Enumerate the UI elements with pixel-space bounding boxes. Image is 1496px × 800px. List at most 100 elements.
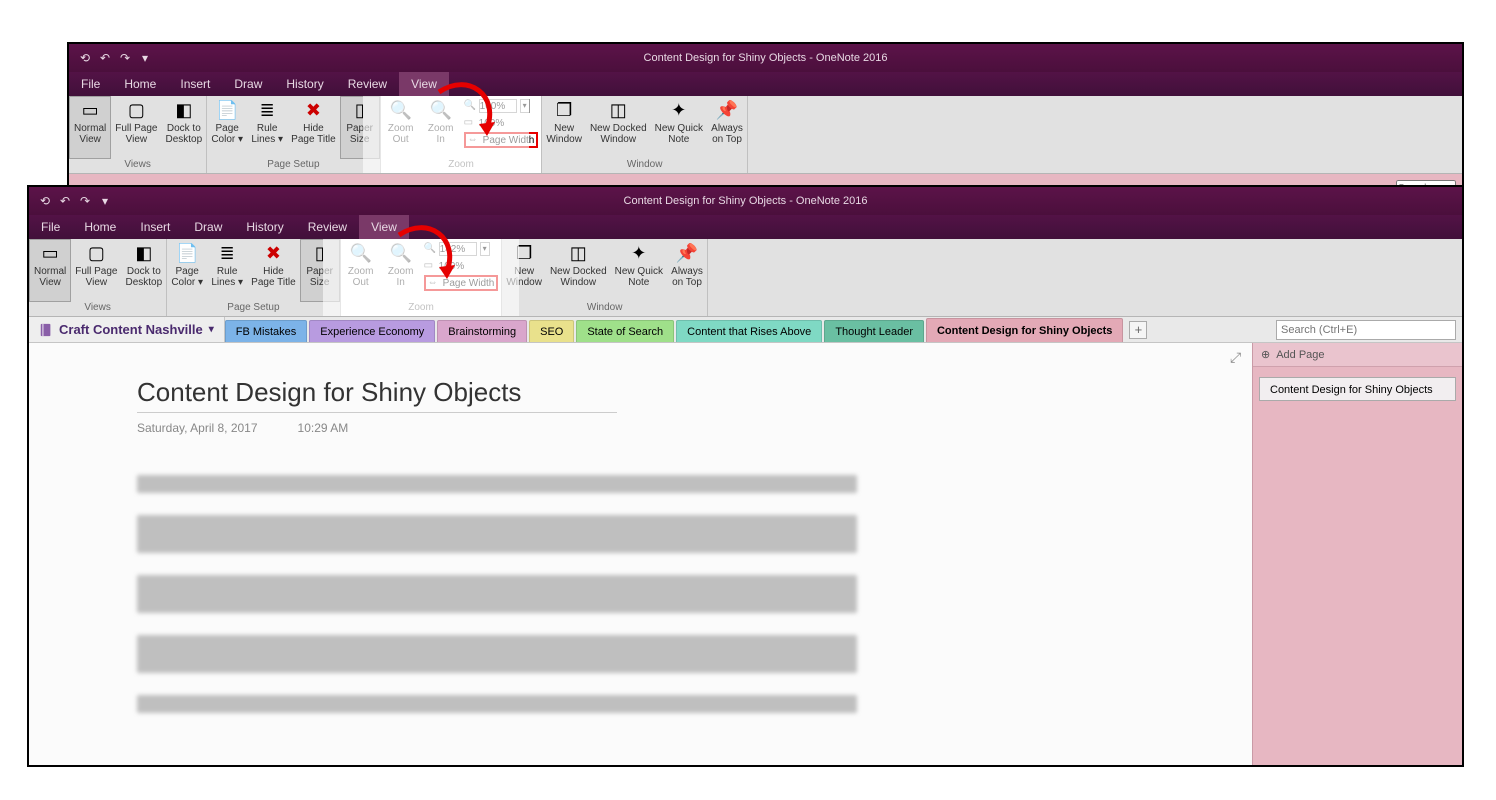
page-time: 10:29 AM [298, 421, 349, 435]
section-tab[interactable]: Brainstorming [437, 320, 527, 342]
page-width-icon: ⇔ [468, 134, 480, 146]
qat-dropdown-icon[interactable]: ▾ [97, 193, 113, 209]
hide-page-title-button[interactable]: ✖ Hide Page Title [247, 239, 299, 302]
search-input[interactable] [1276, 320, 1456, 340]
always-on-top-button[interactable]: 📌 Always on Top [707, 96, 747, 159]
group-zoom-caption: Zoom [341, 302, 502, 316]
zoom-value-input[interactable] [479, 99, 517, 113]
rule-lines-button[interactable]: ≣ Rule Lines ▾ [207, 239, 247, 302]
section-tab[interactable]: SEO [529, 320, 574, 342]
dock-icon: ◧ [172, 98, 196, 122]
add-page-button[interactable]: ⊕ Add Page [1253, 343, 1462, 367]
section-tab[interactable]: Thought Leader [824, 320, 924, 342]
paper-size-button[interactable]: ▯ Paper Size [340, 96, 380, 159]
expand-icon[interactable]: ⤢ [1230, 349, 1246, 365]
new-quick-note-icon: ✦ [667, 98, 691, 122]
section-tab[interactable]: Experience Economy [309, 320, 435, 342]
tab-history[interactable]: History [274, 72, 335, 96]
tab-view[interactable]: View [359, 215, 409, 239]
redo-icon[interactable]: ↷ [117, 50, 133, 66]
section-tab[interactable]: Content Design for Shiny Objects [926, 318, 1123, 342]
full-page-view-button[interactable]: ▢ Full Page View [111, 96, 161, 159]
zoom-out-button[interactable]: 🔍 Zoom Out [381, 96, 421, 159]
new-quick-note-button[interactable]: ✦ New Quick Note [611, 239, 667, 302]
group-page-setup-caption: Page Setup [207, 159, 379, 173]
always-on-top-button[interactable]: 📌 Always on Top [667, 239, 707, 302]
tab-review[interactable]: Review [336, 72, 399, 96]
page-color-button[interactable]: 📄 Page Color ▾ [167, 239, 207, 302]
rule-lines-button[interactable]: ≣ Rule Lines ▾ [247, 96, 287, 159]
group-page-setup: 📄 Page Color ▾ ≣ Rule Lines ▾ ✖ Hide Pag… [207, 96, 380, 173]
page-canvas[interactable]: ⤢ Content Design for Shiny Objects Satur… [29, 343, 1252, 765]
section-tab[interactable]: State of Search [576, 320, 674, 342]
new-docked-window-icon: ◫ [566, 241, 590, 265]
tab-file[interactable]: File [29, 215, 72, 239]
tab-insert[interactable]: Insert [168, 72, 222, 96]
undo-icon[interactable]: ↶ [57, 193, 73, 209]
back-icon[interactable]: ⟲ [77, 50, 93, 66]
redo-icon[interactable]: ↷ [77, 193, 93, 209]
content-area: ⤢ Content Design for Shiny Objects Satur… [29, 343, 1462, 765]
zoom-dropdown-icon[interactable]: ▾ [520, 99, 530, 113]
new-window-button[interactable]: ❐ New Window [502, 239, 546, 302]
zoom-100-row[interactable]: ▭ 100% [424, 258, 499, 274]
section-tab[interactable]: Content that Rises Above [676, 320, 822, 342]
section-tab[interactable]: FB Mistakes [225, 320, 308, 342]
dock-icon: ◧ [132, 241, 156, 265]
notebook-name: Craft Content Nashville [59, 322, 203, 337]
zoom-dropdown-icon[interactable]: ▾ [480, 242, 490, 256]
zoom-out-button[interactable]: 🔍 Zoom Out [341, 239, 381, 302]
hide-page-title-button[interactable]: ✖ Hide Page Title [287, 96, 339, 159]
zoom-options: 🔍 ▾ ▭ 100% ⇔ Page Width [461, 96, 542, 159]
tab-file[interactable]: File [69, 72, 112, 96]
normal-view-button[interactable]: ▭ Normal View [29, 239, 71, 302]
zoom-value-input[interactable] [439, 242, 477, 256]
onenote-window-after: ⟲ ↶ ↷ ▾ Content Design for Shiny Objects… [27, 185, 1464, 767]
ribbon: ▭ Normal View ▢ Full Page View ◧ Dock to… [29, 239, 1462, 317]
group-views-caption: Views [29, 302, 166, 316]
normal-view-button[interactable]: ▭ Normal View [69, 96, 111, 159]
page-title[interactable]: Content Design for Shiny Objects [137, 377, 1252, 408]
add-section-button[interactable]: + [1129, 321, 1147, 339]
group-views: ▭ Normal View ▢ Full Page View ◧ Dock to… [69, 96, 207, 173]
zoom-100-row[interactable]: ▭ 100% [464, 115, 539, 131]
window-title: Content Design for Shiny Objects - OneNo… [69, 52, 1462, 64]
tab-review[interactable]: Review [296, 215, 359, 239]
page-width-icon: ⇔ [428, 277, 440, 289]
new-docked-window-button[interactable]: ◫ New Docked Window [546, 239, 611, 302]
new-quick-note-button[interactable]: ✦ New Quick Note [651, 96, 707, 159]
qat-dropdown-icon[interactable]: ▾ [137, 50, 153, 66]
tab-home[interactable]: Home [72, 215, 128, 239]
page-width-row[interactable]: ⇔ Page Width [424, 275, 499, 291]
zoom-out-icon: 🔍 [389, 98, 413, 122]
page-width-label: Page Width [483, 135, 535, 146]
tab-history[interactable]: History [234, 215, 295, 239]
new-docked-window-button[interactable]: ◫ New Docked Window [586, 96, 651, 159]
group-page-setup-caption: Page Setup [167, 302, 339, 316]
dock-to-desktop-button[interactable]: ◧ Dock to Desktop [121, 239, 166, 302]
page-color-button[interactable]: 📄 Page Color ▾ [207, 96, 247, 159]
magnifier-icon: 🔍 [424, 243, 436, 255]
tab-view[interactable]: View [399, 72, 449, 96]
back-icon[interactable]: ⟲ [37, 193, 53, 209]
new-window-button[interactable]: ❐ New Window [542, 96, 586, 159]
page-list-item[interactable]: Content Design for Shiny Objects [1259, 377, 1456, 401]
chevron-down-icon: ▾ [209, 324, 214, 335]
notebook-selector[interactable]: Craft Content Nashville ▾ [29, 317, 225, 342]
zoom-in-button[interactable]: 🔍 Zoom In [381, 239, 421, 302]
page-width-row[interactable]: ⇔ Page Width [464, 132, 539, 148]
page-date: Saturday, April 8, 2017 [137, 421, 258, 435]
zoom-in-button[interactable]: 🔍 Zoom In [421, 96, 461, 159]
blurred-text [137, 695, 857, 713]
pin-icon: 📌 [715, 98, 739, 122]
group-zoom: 🔍 Zoom Out 🔍 Zoom In 🔍 ▾ ▭ 100% [381, 96, 543, 173]
full-page-view-button[interactable]: ▢ Full Page View [71, 239, 121, 302]
tab-home[interactable]: Home [112, 72, 168, 96]
tab-draw[interactable]: Draw [222, 72, 274, 96]
paper-size-button[interactable]: ▯ Paper Size [300, 239, 340, 302]
ribbon: ▭ Normal View ▢ Full Page View ◧ Dock to… [69, 96, 1462, 174]
tab-draw[interactable]: Draw [182, 215, 234, 239]
undo-icon[interactable]: ↶ [97, 50, 113, 66]
dock-to-desktop-button[interactable]: ◧ Dock to Desktop [161, 96, 206, 159]
tab-insert[interactable]: Insert [128, 215, 182, 239]
